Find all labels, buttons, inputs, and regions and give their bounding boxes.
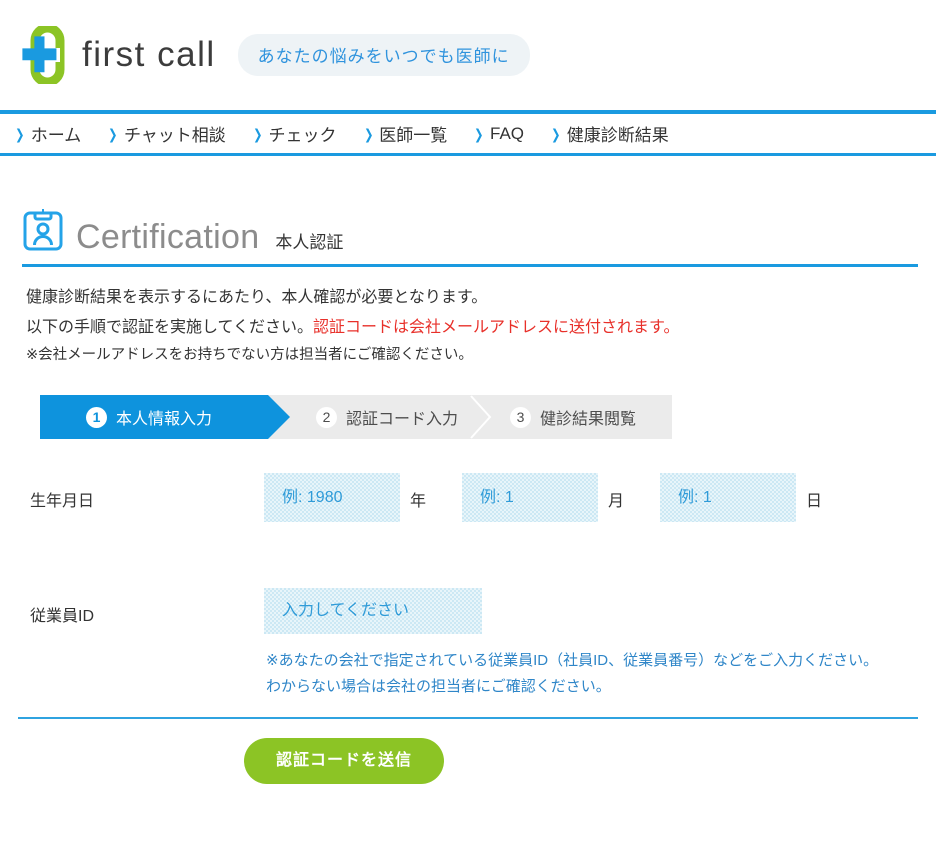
step-2-auth-code: 2 認証コード入力: [268, 395, 470, 439]
birth-day-input[interactable]: [660, 473, 796, 522]
nav-item-label: 健康診断結果: [567, 121, 669, 146]
nav-item-doctor-list[interactable]: ❯ 医師一覧: [363, 121, 448, 146]
birth-day-unit: 日: [796, 473, 858, 511]
step-3-view-results: 3 健診結果閲覧: [470, 395, 670, 439]
step-number: 2: [316, 407, 337, 428]
nav-item-health-checkup-results[interactable]: ❯ 健康診断結果: [550, 121, 669, 146]
chevron-right-icon: ❯: [364, 127, 373, 141]
chevron-right-icon: ❯: [15, 127, 24, 141]
nav-item-check[interactable]: ❯ チェック: [252, 121, 337, 146]
nav-item-label: チャット相談: [124, 121, 226, 146]
employee-id-note-line-1: ※あなたの会社で指定されている従業員ID（社員ID、従業員番号）などをご入力くだ…: [266, 648, 878, 674]
main-navigation: ❯ ホーム ❯ チャット相談 ❯ チェック ❯ 医師一覧 ❯ FAQ ❯ 健康診…: [0, 110, 936, 156]
page-title: Certification 本人認証: [18, 156, 918, 254]
title-underline: [22, 264, 918, 267]
step-label: 健診結果閲覧: [540, 405, 636, 429]
stepper: 1 本人情報入力 2 認証コード入力 3 健診結果閲覧: [40, 395, 672, 439]
brand-tagline: あなたの悩みをいつでも医師に: [238, 34, 530, 76]
site-header: first call あなたの悩みをいつでも医師に: [0, 0, 936, 110]
main-content: Certification 本人認証 健康診断結果を表示するにあたり、本人確認が…: [0, 156, 936, 699]
lead-line-1: 健康診断結果を表示するにあたり、本人確認が必要となります。: [26, 283, 918, 313]
step-label: 認証コード入力: [346, 405, 458, 429]
step-number: 3: [510, 407, 531, 428]
birth-year-input[interactable]: [264, 473, 400, 522]
step-label: 本人情報入力: [116, 405, 212, 429]
page-title-ja: 本人認証: [275, 234, 343, 251]
submit-area: 認証コードを送信: [0, 738, 936, 784]
nav-item-label: 医師一覧: [379, 121, 447, 146]
firstcall-plus-logo[interactable]: [18, 26, 70, 84]
form-row-employee-id: 従業員ID ※あなたの会社で指定されている従業員ID（社員ID、従業員番号）など…: [18, 588, 918, 699]
lead-line-2-normal: 以下の手順で認証を実施してください。: [26, 319, 313, 336]
nav-item-chat[interactable]: ❯ チャット相談: [107, 121, 226, 146]
lead-line-2-emphasis: 認証コードは会社メールアドレスに送付されます。: [313, 319, 679, 336]
birth-year-unit: 年: [400, 473, 462, 511]
lead-text: 健康診断結果を表示するにあたり、本人確認が必要となります。 以下の手順で認証を実…: [18, 283, 918, 369]
date-of-birth-label: 生年月日: [18, 473, 264, 511]
step-1-personal-info[interactable]: 1 本人情報入力: [40, 395, 268, 439]
chevron-right-icon: ❯: [108, 127, 117, 141]
nav-item-label: ホーム: [31, 121, 82, 146]
employee-id-note-line-2: わからない場合は会社の担当者にご確認ください。: [266, 674, 878, 700]
nav-item-faq[interactable]: ❯ FAQ: [473, 124, 524, 144]
birth-month-unit: 月: [598, 473, 660, 511]
form-row-date-of-birth: 生年月日 年 月 日: [18, 473, 918, 522]
brand-wordmark: first call: [82, 35, 216, 75]
page-title-en: Certification: [76, 220, 259, 254]
certification-form: 生年月日 年 月 日 従業員ID ※あなたの会社で指定されている従業員ID（社員…: [18, 473, 918, 699]
chevron-right-icon: ❯: [253, 127, 262, 141]
employee-id-note: ※あなたの会社で指定されている従業員ID（社員ID、従業員番号）などをご入力くだ…: [264, 648, 878, 699]
lead-note: ※会社メールアドレスをお持ちでない方は担当者にご確認ください。: [26, 342, 918, 369]
birth-month-input[interactable]: [462, 473, 598, 522]
employee-id-input[interactable]: [264, 588, 482, 634]
employee-id-column: ※あなたの会社で指定されている従業員ID（社員ID、従業員番号）などをご入力くだ…: [264, 588, 878, 699]
step-number: 1: [86, 407, 107, 428]
employee-id-label: 従業員ID: [18, 588, 264, 626]
chevron-right-icon: ❯: [551, 127, 560, 141]
id-badge-icon: [22, 208, 64, 252]
send-auth-code-button[interactable]: 認証コードを送信: [244, 738, 444, 784]
bottom-divider: [18, 717, 918, 719]
nav-item-label: チェック: [269, 121, 337, 146]
nav-item-label: FAQ: [490, 124, 524, 144]
nav-item-home[interactable]: ❯ ホーム: [14, 121, 81, 146]
chevron-right-icon: ❯: [474, 127, 483, 141]
lead-line-2: 以下の手順で認証を実施してください。認証コードは会社メールアドレスに送付されます…: [26, 313, 918, 343]
